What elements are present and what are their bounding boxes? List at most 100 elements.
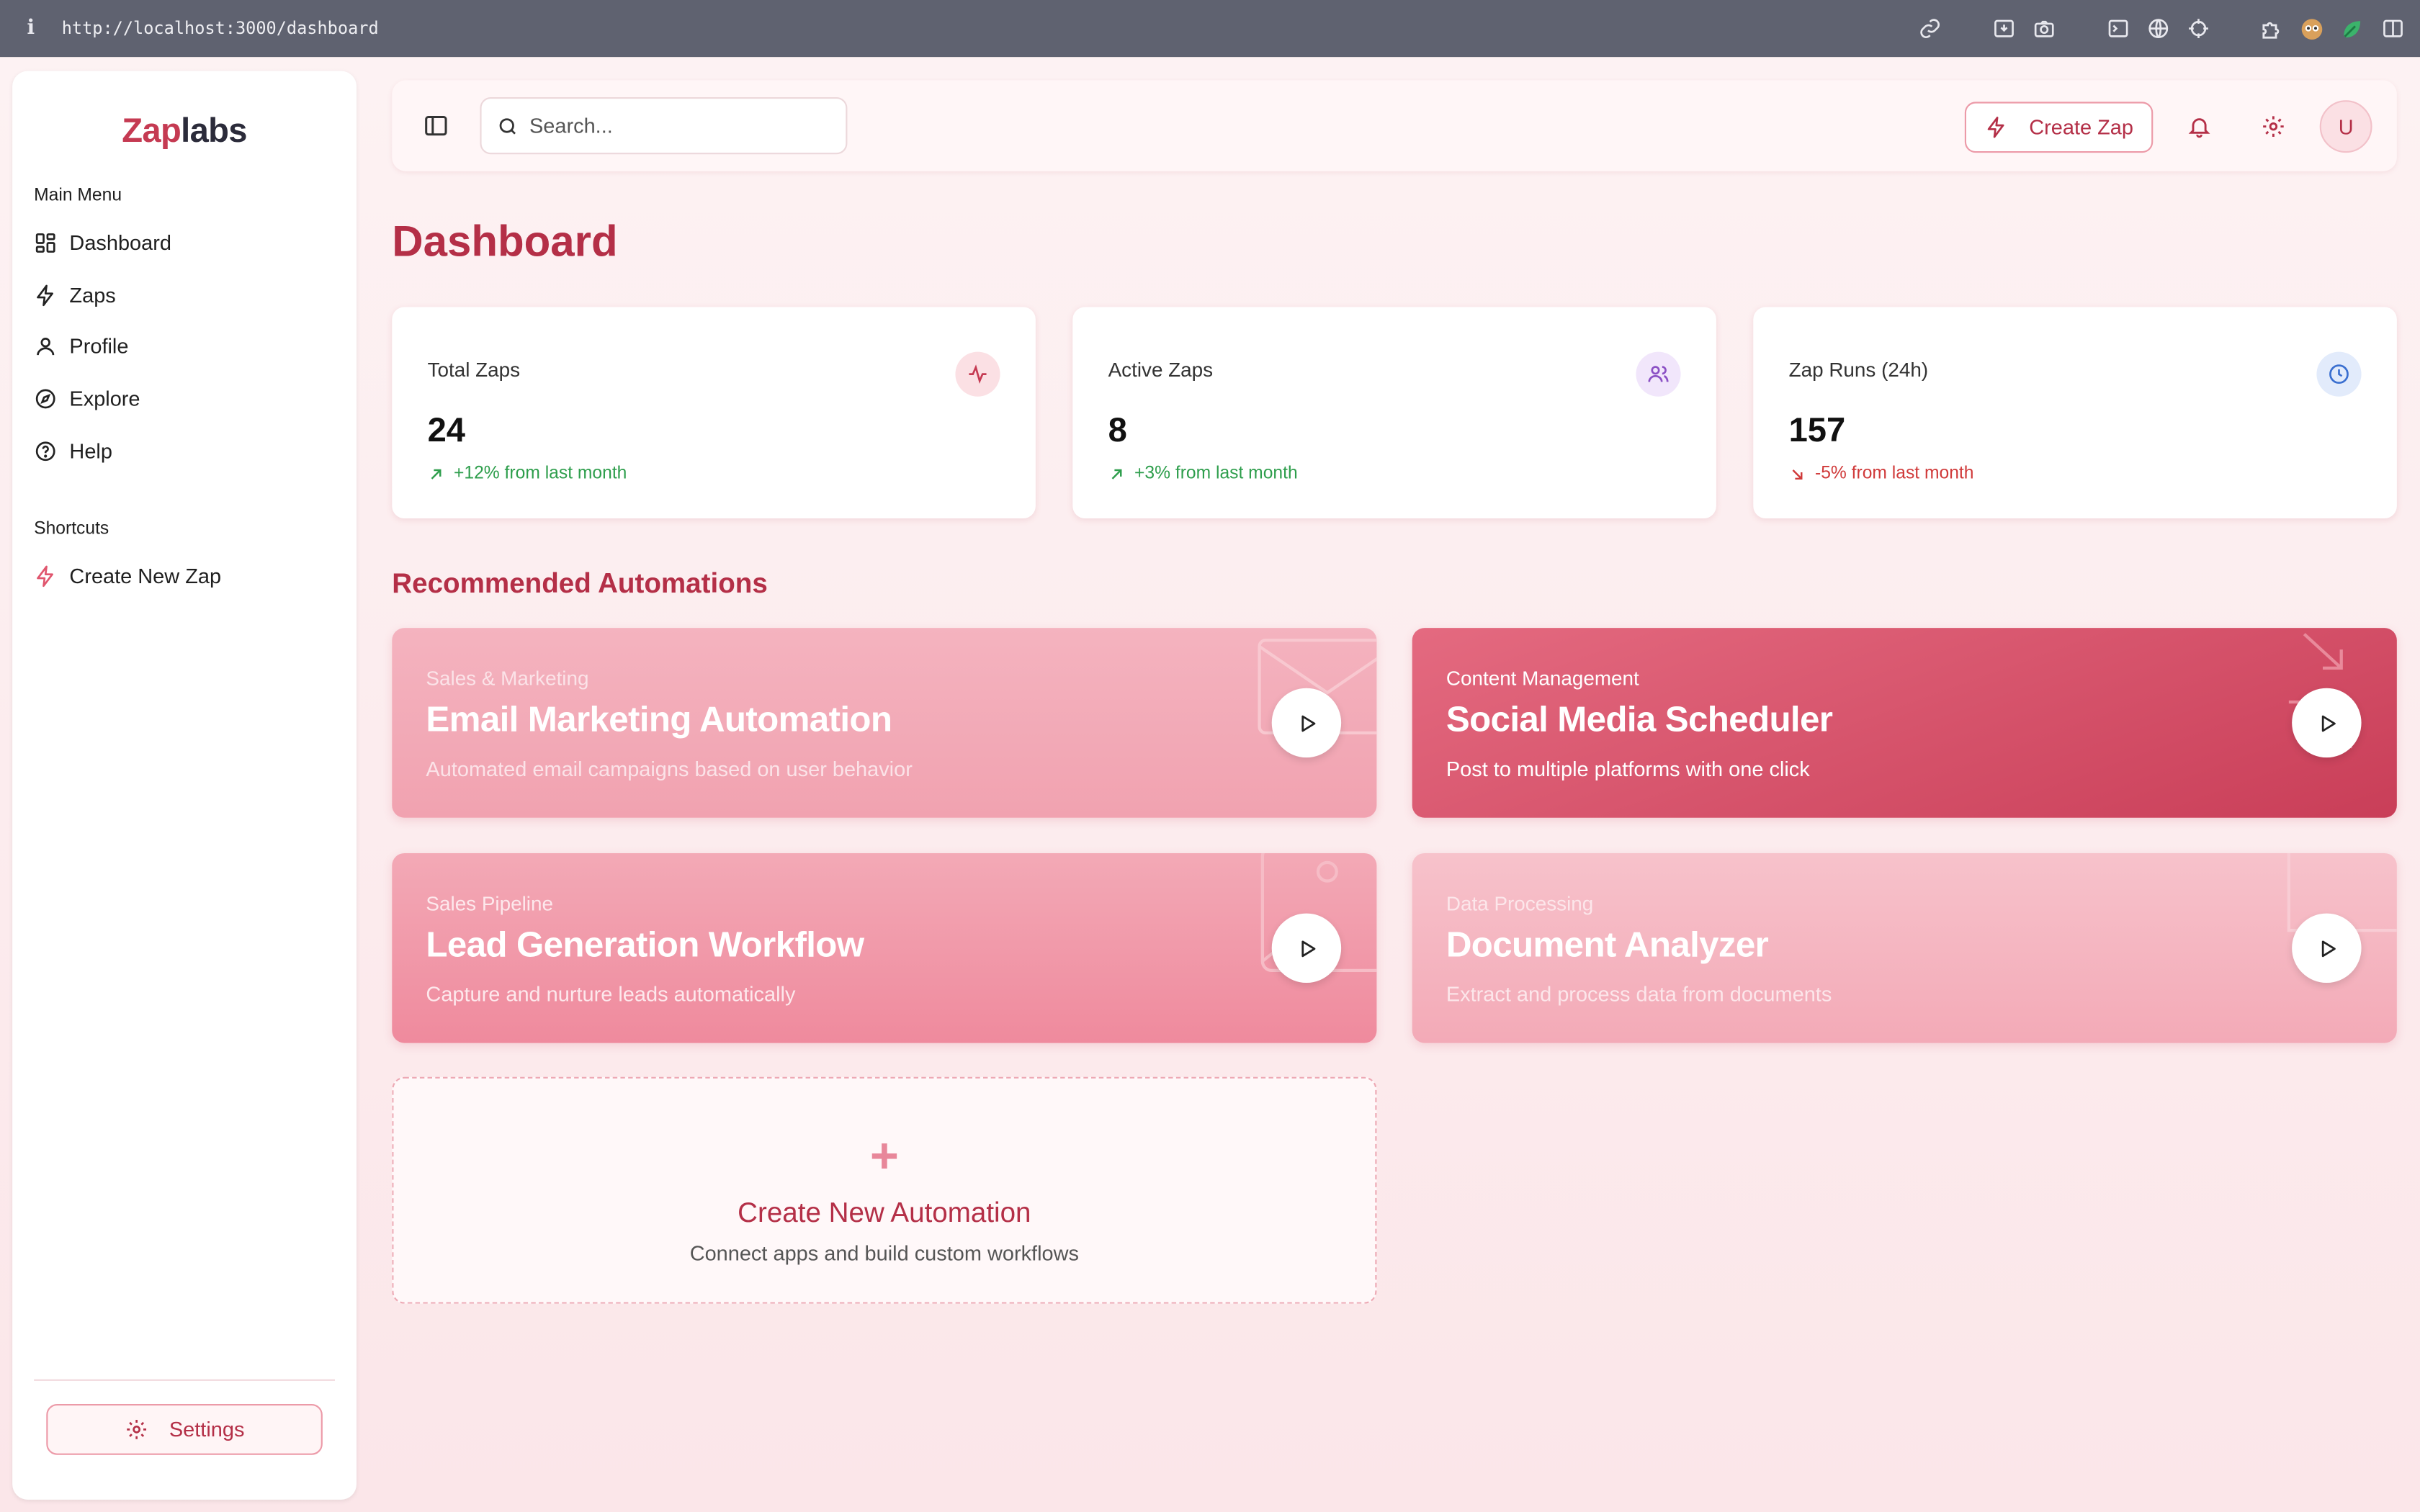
screen: i http://localhost:3000/dashboard Zaplab… [0,0,2420,1512]
stat-label: Zap Runs (24h) [1788,358,1929,382]
sidebar-item-label: Help [69,439,112,463]
dashboard-grid-icon [35,233,55,253]
logo[interactable]: Zaplabs [12,111,357,151]
lightning-icon [1987,117,2004,138]
users-icon [1636,351,1681,397]
camera-icon[interactable] [2031,17,2056,41]
play-button[interactable] [2292,913,2362,983]
sidebar: Zaplabs Main Menu Dashboard Zaps Profile [12,71,357,1500]
logo-part-zap: Zap [122,111,182,150]
card-title: Social Media Scheduler [1446,698,1833,739]
browser-extension-icons [1917,0,2404,57]
sidebar-item-label: Explore [69,387,140,411]
stat-value: 8 [1108,410,1127,449]
stat-card-zap-runs: Zap Runs (24h) 157 -5% from last month [1753,307,2397,518]
clock-icon [2316,351,2362,397]
automation-card-lead-generation[interactable]: Sales Pipeline Lead Generation Workflow … [392,853,1377,1043]
link-icon[interactable] [1917,17,1941,41]
sidebar-item-dashboard[interactable]: Dashboard [34,217,335,269]
sidebar-item-help[interactable]: Help [34,425,335,477]
trend-up-icon [431,468,442,479]
crosshair-icon[interactable] [2185,17,2210,41]
stat-delta-text: +3% from last month [1134,464,1298,483]
owl-extension-icon[interactable] [2300,17,2324,41]
compass-icon [35,389,55,409]
card-description: Post to multiple platforms with one clic… [1446,757,1810,781]
stat-label: Total Zaps [427,358,521,382]
create-automation-description: Connect apps and build custom workflows [689,1242,1079,1266]
automation-card-email-marketing[interactable]: Sales & Marketing Email Marketing Automa… [392,628,1377,818]
sidebar-layout-icon[interactable] [2380,17,2404,41]
page-title: Dashboard [392,217,618,266]
search-input[interactable] [529,114,807,138]
card-title: Lead Generation Workflow [426,924,864,965]
card-category: Content Management [1446,666,1639,690]
stat-card-active-zaps: Active Zaps 8 +3% from last month [1072,307,1716,518]
site-info-icon[interactable]: i [0,17,62,40]
card-category: Data Processing [1446,891,1594,915]
trend-down-icon [1792,469,1803,479]
gear-icon [126,1419,146,1439]
sidebar-item-zaps[interactable]: Zaps [34,269,335,321]
play-icon [1301,940,1315,957]
shortcuts-menu: Create New Zap [34,551,335,603]
sidebar-item-explore[interactable]: Explore [34,373,335,425]
plus-icon: + [869,1128,899,1184]
stat-delta-text: -5% from last month [1815,464,1974,483]
leaf-extension-icon[interactable] [2340,17,2365,41]
download-icon[interactable] [1991,17,2015,41]
sidebar-item-label: Dashboard [69,232,171,256]
trend-up-icon [1111,468,1122,479]
search-icon [499,117,516,134]
card-title: Document Analyzer [1446,924,1769,965]
card-category: Sales & Marketing [426,666,589,690]
lightning-icon [37,566,53,588]
user-icon [37,338,55,356]
help-circle-icon [35,441,55,461]
address-bar[interactable]: http://localhost:3000/dashboard [62,19,379,39]
play-button[interactable] [2292,688,2362,758]
play-button[interactable] [1271,913,1342,983]
automation-card-document-analyzer[interactable]: Data Processing Document Analyzer Extrac… [1412,853,2397,1043]
card-title: Email Marketing Automation [426,698,892,739]
stat-delta: -5% from last month [1789,464,1974,483]
shortcuts-label: Shortcuts [34,520,109,539]
stat-label: Active Zaps [1108,358,1214,382]
stat-value: 157 [1788,410,1846,449]
shortcut-label: Create New Zap [69,564,222,589]
automation-card-social-media[interactable]: Content Management Social Media Schedule… [1412,628,2397,818]
create-new-automation-card[interactable]: + Create New Automation Connect apps and… [392,1076,1377,1304]
sidebar-item-label: Profile [69,336,129,359]
main-menu: Dashboard Zaps Profile Explore Help [34,217,335,477]
logo-part-labs: labs [181,111,247,150]
app-shell: Zaplabs Main Menu Dashboard Zaps Profile [0,57,2420,1512]
stat-delta: +3% from last month [1108,464,1298,483]
create-zap-label: Create Zap [2029,115,2133,139]
terminal-icon[interactable] [2105,17,2130,41]
lightning-icon [37,284,53,306]
card-category: Sales Pipeline [426,891,553,915]
card-description: Extract and process data from documents [1446,983,1832,1007]
gear-icon[interactable] [2261,114,2285,139]
sidebar-toggle-icon[interactable] [423,112,449,138]
play-button[interactable] [1271,688,1342,758]
settings-label: Settings [169,1418,245,1441]
create-zap-button[interactable]: Create Zap [1964,102,2154,153]
play-icon [2321,714,2335,732]
sidebar-item-label: Zaps [69,284,116,307]
top-bar: Create Zap U [392,80,2397,171]
section-title: Recommended Automations [392,567,768,599]
search-box[interactable] [480,97,848,155]
create-automation-title: Create New Automation [738,1197,1031,1228]
avatar[interactable]: U [2319,100,2372,153]
puzzle-icon[interactable] [2259,17,2284,41]
stat-delta: +12% from last month [428,464,627,483]
play-icon [2321,940,2335,957]
sidebar-item-profile[interactable]: Profile [34,321,335,373]
settings-button[interactable]: Settings [46,1403,323,1455]
browser-toolbar: i http://localhost:3000/dashboard [0,0,2420,58]
globe-icon[interactable] [2146,17,2170,41]
main-menu-label: Main Menu [34,186,122,205]
bell-icon[interactable] [2187,114,2211,139]
shortcut-create-new-zap[interactable]: Create New Zap [34,551,335,603]
